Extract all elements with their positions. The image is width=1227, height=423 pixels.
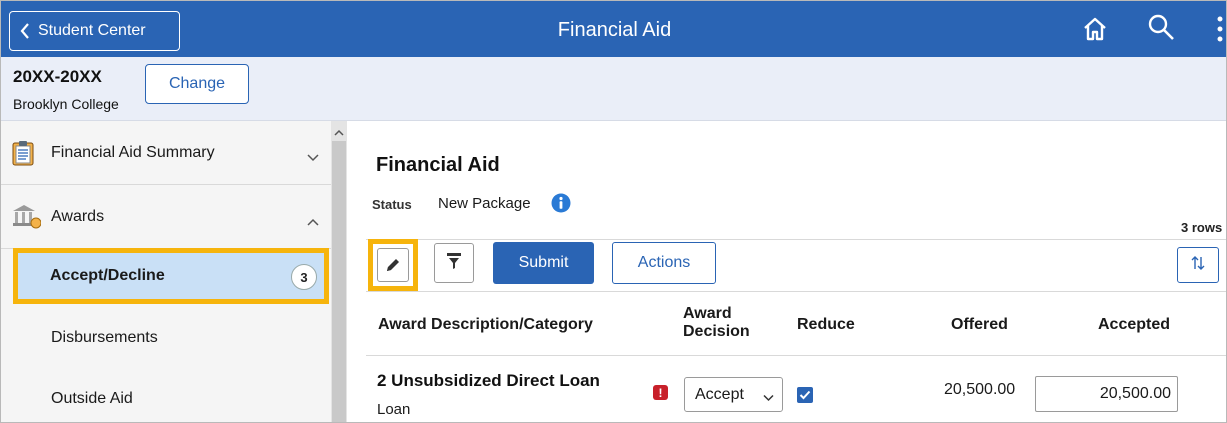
home-icon[interactable]	[1081, 15, 1109, 43]
sidebar-item-label: Awards	[51, 207, 105, 225]
app-frame: Student Center Financial Aid 20XX-20XX B…	[0, 0, 1227, 423]
column-header-offered: Offered	[951, 316, 1008, 333]
filter-button[interactable]	[434, 243, 474, 283]
top-banner: Student Center Financial Aid	[1, 1, 1226, 57]
sidebar-item-label: Financial Aid Summary	[51, 143, 215, 161]
change-term-button[interactable]: Change	[145, 64, 249, 104]
bank-icon	[11, 203, 42, 234]
award-category: Loan	[377, 401, 411, 418]
status-value: New Package	[438, 195, 531, 212]
info-icon[interactable]	[551, 193, 571, 213]
award-decision-select[interactable]: Accept	[684, 377, 783, 412]
sidebar-scrollbar-thumb[interactable]	[332, 141, 346, 422]
accepted-amount-input[interactable]	[1035, 376, 1178, 412]
institution-label: Brooklyn College	[13, 96, 119, 112]
status-label: Status	[372, 197, 412, 212]
term-label: 20XX-20XX	[13, 67, 102, 86]
sort-button[interactable]	[1177, 247, 1219, 283]
sidebar-item-disbursements[interactable]: Disbursements	[51, 329, 158, 347]
offered-amount: 20,500.00	[944, 381, 1016, 398]
student-center-back-button[interactable]: Student Center	[9, 11, 180, 51]
table-header-bottom-divider	[366, 355, 1226, 356]
sidebar-item-financial-aid-summary[interactable]: Financial Aid Summary	[1, 121, 331, 185]
scroll-up-arrow-icon[interactable]	[332, 125, 346, 136]
sidebar-item-accept-decline[interactable]: Accept/Decline 3	[13, 248, 329, 304]
chevron-down-icon	[763, 389, 774, 407]
column-header-accepted: Accepted	[1098, 316, 1171, 333]
warning-icon[interactable]: !	[653, 385, 668, 400]
term-bar: 20XX-20XX Brooklyn College Change	[1, 57, 1226, 121]
chevron-left-icon	[20, 23, 29, 39]
table-header-divider	[366, 291, 1226, 292]
toolbar-divider	[366, 239, 1226, 240]
submit-button[interactable]: Submit	[493, 242, 594, 284]
sort-arrows-icon	[1191, 255, 1205, 276]
actions-button[interactable]: Actions	[612, 242, 716, 284]
count-badge: 3	[291, 264, 317, 290]
sidebar-item-label: Accept/Decline	[50, 267, 165, 284]
award-decision-value: Accept	[695, 385, 744, 403]
page-title: Financial Aid	[376, 154, 500, 176]
sidebar-item-outside-aid[interactable]: Outside Aid	[51, 390, 133, 408]
filter-icon	[446, 252, 462, 275]
sidebar-item-awards[interactable]: Awards	[1, 185, 331, 249]
column-header-award-decision: Award Decision	[683, 305, 750, 340]
checkmark-icon	[799, 390, 811, 400]
award-description: 2 Unsubsidized Direct Loan	[377, 371, 600, 390]
clipboard-icon	[11, 140, 35, 171]
pencil-icon	[377, 248, 409, 282]
reduce-checkbox[interactable]	[797, 387, 813, 403]
column-header-award-description: Award Description/Category	[378, 316, 593, 333]
chevron-up-icon	[307, 213, 319, 231]
rows-count: 3 rows	[1181, 220, 1223, 235]
edit-button[interactable]	[368, 239, 418, 291]
page-header-title: Financial Aid	[557, 19, 672, 41]
more-options-icon[interactable]	[1213, 13, 1226, 47]
back-button-label: Student Center	[38, 22, 146, 39]
chevron-down-icon	[307, 149, 319, 167]
search-icon[interactable]	[1146, 12, 1176, 42]
column-header-reduce: Reduce	[797, 316, 855, 333]
